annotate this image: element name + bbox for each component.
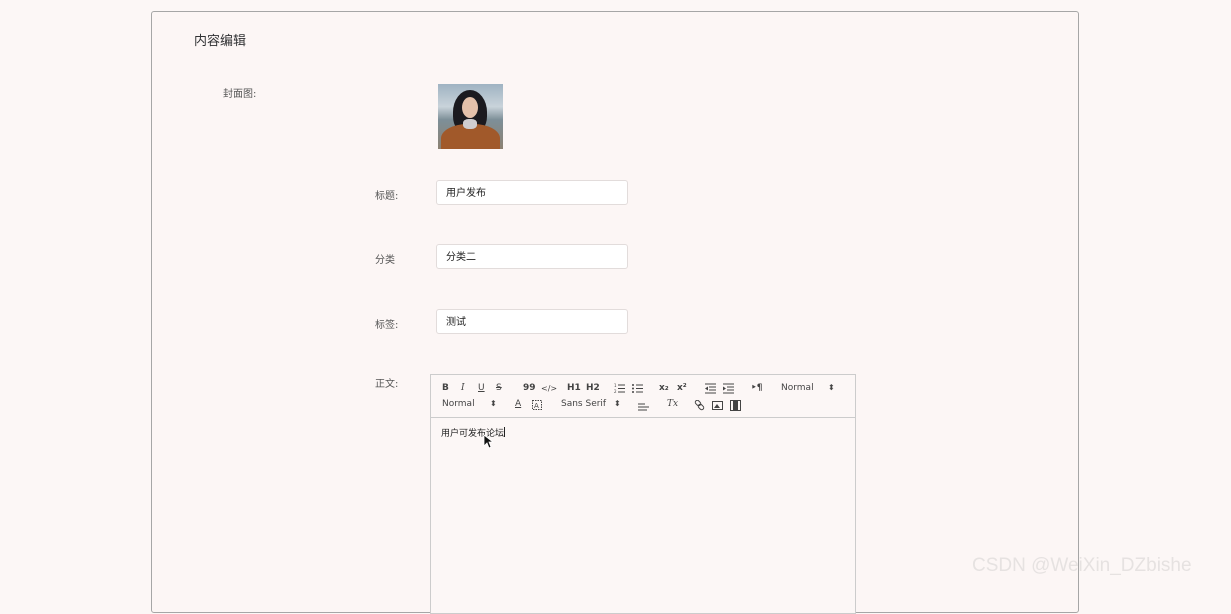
- title-input[interactable]: 用户发布: [436, 180, 628, 205]
- video-icon[interactable]: [730, 400, 741, 411]
- body-label: 正文:: [375, 379, 399, 390]
- outdent-icon[interactable]: [705, 383, 716, 394]
- text-direction-icon[interactable]: ‣¶: [751, 383, 762, 394]
- title-label: 标题:: [375, 191, 399, 202]
- indent-icon[interactable]: [723, 383, 734, 394]
- header-select[interactable]: Normal ⬍: [442, 399, 497, 409]
- select-arrow-icon: ⬍: [490, 399, 497, 408]
- superscript-button[interactable]: x²: [677, 383, 687, 394]
- underline-button[interactable]: U: [478, 383, 485, 394]
- watermark: CSDN @WeiXin_DZbishe: [972, 555, 1192, 576]
- font-color-button[interactable]: A: [515, 399, 521, 410]
- cover-label: 封面图:: [223, 89, 257, 100]
- select-arrow-icon: ⬍: [828, 383, 835, 392]
- clean-format-button[interactable]: Tx: [667, 399, 678, 410]
- ordered-list-icon[interactable]: 12: [614, 383, 625, 394]
- category-label: 分类: [375, 255, 395, 266]
- background-color-icon[interactable]: A: [532, 400, 542, 410]
- image-icon[interactable]: [712, 400, 723, 411]
- subscript-button[interactable]: x₂: [659, 383, 669, 394]
- svg-text:1: 1: [614, 383, 617, 388]
- bold-button[interactable]: B: [442, 383, 449, 394]
- page-title: 内容编辑: [194, 34, 247, 49]
- italic-button[interactable]: I: [461, 383, 465, 394]
- mouse-cursor-icon: [483, 434, 495, 449]
- svg-text:A: A: [534, 402, 539, 410]
- size-select[interactable]: Normal ⬍: [781, 383, 835, 393]
- blockquote-button[interactable]: 99: [523, 383, 536, 394]
- link-icon[interactable]: [694, 400, 705, 411]
- tags-input[interactable]: 测试: [436, 309, 628, 334]
- h2-button[interactable]: H2: [586, 383, 600, 394]
- code-block-button[interactable]: </>: [541, 383, 557, 394]
- h1-button[interactable]: H1: [567, 383, 581, 394]
- editor-content[interactable]: 用户可发布论坛: [441, 426, 506, 439]
- text-caret: [504, 427, 506, 437]
- strike-button[interactable]: S: [496, 383, 502, 394]
- editor-toolbar: B I U S 99 </> H1 H2 12 x₂ x² ‣¶ Normal …: [431, 375, 855, 418]
- tags-label: 标签:: [375, 320, 399, 331]
- svg-text:2: 2: [614, 389, 617, 394]
- category-select[interactable]: 分类二: [436, 244, 628, 269]
- font-select[interactable]: Sans Serif ⬍: [561, 399, 621, 409]
- cover-image[interactable]: [438, 84, 503, 149]
- bullet-list-icon[interactable]: [632, 383, 643, 394]
- align-icon[interactable]: [638, 400, 649, 411]
- rich-text-editor: B I U S 99 </> H1 H2 12 x₂ x² ‣¶ Normal …: [430, 374, 856, 614]
- select-arrow-icon: ⬍: [614, 399, 621, 408]
